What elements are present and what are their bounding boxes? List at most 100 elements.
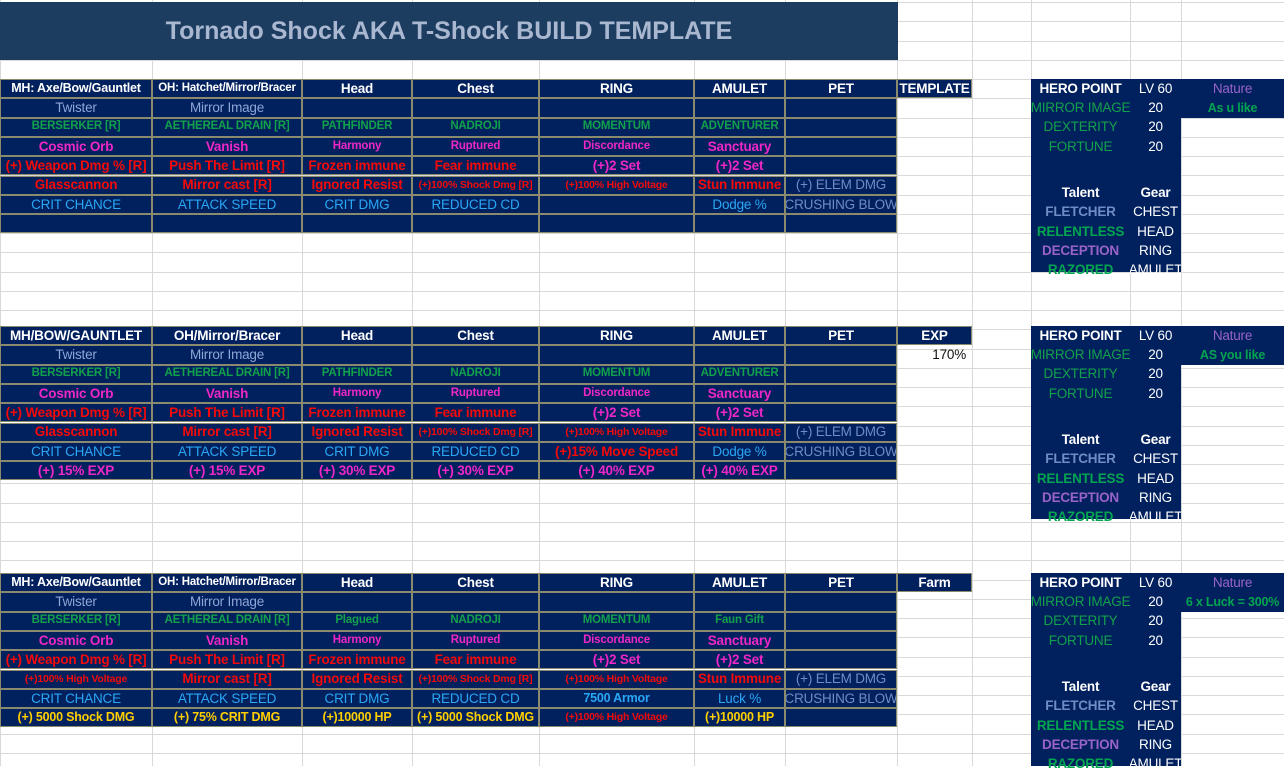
cell-mh-r5: CRIT CHANCE — [0, 194, 152, 215]
cell-chest-r6 — [412, 214, 539, 234]
column-header-head: Head — [302, 79, 412, 99]
cell-pet-r4: (+) ELEM DMG — [785, 175, 897, 195]
cell-mh-r3: (+) Weapon Dmg % [R] — [0, 650, 152, 670]
cell-oh-r4: Mirror cast [R] — [152, 669, 302, 689]
cell-mh-r0: Twister — [0, 98, 152, 118]
cell-chest-r1: NADROJI — [412, 117, 539, 137]
column-header-head: Head — [302, 326, 412, 346]
talent-label: Talent — [1061, 679, 1100, 695]
cell-ring-r2: Discordance — [539, 630, 694, 651]
cell-head-r3: Frozen immune — [302, 156, 412, 176]
column-header-pet: PET — [785, 79, 897, 99]
hero-stat-value: 20 — [1148, 594, 1163, 610]
column-header-pet: PET — [785, 573, 897, 593]
column-header-mh: MH/BOW/GAUNTLET — [0, 326, 152, 346]
cell-head-r4: Ignored Resist — [302, 669, 412, 689]
hero-stat-value: 20 — [1148, 138, 1163, 154]
hero-stat-mirror-image: MIRROR IMAGE — [1031, 594, 1130, 610]
cell-mh-r2: Cosmic Orb — [0, 383, 152, 404]
cell-head-r5: CRIT DMG — [302, 441, 412, 462]
cell-head-r4: Ignored Resist — [302, 422, 412, 442]
cell-amulet-r3: (+)2 Set — [694, 650, 785, 670]
cell-pet-r0 — [785, 345, 897, 365]
cell-ring-r1: MOMENTUM — [539, 117, 694, 137]
cell-amulet-r5: Dodge % — [694, 194, 785, 215]
cell-oh-r3: Push The Limit [R] — [152, 650, 302, 670]
cell-amulet-r4: Stun Immune — [694, 175, 785, 195]
hero-stat-value: 20 — [1148, 385, 1163, 401]
talent-gear-slot: RING — [1139, 490, 1172, 505]
talent-gear-slot: RING — [1139, 243, 1172, 258]
talent-fletcher: FLETCHER — [1045, 451, 1116, 467]
column-header-amulet: AMULET — [694, 79, 785, 99]
nature-value: 6 x Luck = 300% — [1185, 594, 1280, 609]
cell-oh-r1: AETHEREAL DRAIN [R] — [152, 117, 302, 137]
cell-head-r5: CRIT DMG — [302, 194, 412, 215]
cell-mh-r6 — [0, 214, 152, 234]
cell-pet-r2 — [785, 136, 897, 157]
cell-head-r6: (+) 30% EXP — [302, 461, 412, 481]
cell-ring-r0 — [539, 98, 694, 118]
hero-stat-value: 20 — [1148, 366, 1163, 382]
talent-deception: DECEPTION — [1042, 737, 1119, 752]
cell-head-r3: Frozen immune — [302, 403, 412, 423]
nature-value: AS you like — [1199, 347, 1266, 362]
talent-fletcher: FLETCHER — [1045, 204, 1116, 220]
cell-ring-r6 — [539, 214, 694, 234]
table-tag-farm: Farm — [897, 573, 972, 593]
hero-stat-dexterity: DEXTERITY — [1043, 119, 1118, 135]
column-header-head: Head — [302, 573, 412, 593]
cell-oh-r0: Mirror Image — [152, 592, 302, 612]
column-header-amulet: AMULET — [694, 573, 785, 593]
talent-deception: DECEPTION — [1042, 490, 1119, 505]
hero-stat-value: 20 — [1148, 632, 1163, 648]
cell-mh-r3: (+) Weapon Dmg % [R] — [0, 156, 152, 176]
cell-pet-r3 — [785, 156, 897, 176]
hero-point-title: HERO POINT — [1039, 80, 1122, 96]
cell-ring-r6: (+)100% High Voltage — [539, 708, 694, 728]
cell-mh-r5: CRIT CHANCE — [0, 688, 152, 709]
cell-head-r1: Plagued — [302, 611, 412, 631]
cell-pet-r1 — [785, 117, 897, 137]
cell-head-r0 — [302, 592, 412, 612]
talent-deception: DECEPTION — [1042, 243, 1119, 258]
gear-label: Gear — [1140, 679, 1171, 695]
cell-pet-r0 — [785, 98, 897, 118]
column-header-pet: PET — [785, 326, 897, 346]
talent-razored: RAZORED — [1047, 756, 1114, 772]
cell-ring-r0 — [539, 345, 694, 365]
cell-ring-r4: (+)100% High Voltage — [539, 175, 694, 195]
cell-chest-r0 — [412, 345, 539, 365]
cell-ring-r1: MOMENTUM — [539, 364, 694, 384]
cell-chest-r2: Ruptured — [412, 383, 539, 404]
cell-amulet-r5: Luck % — [694, 688, 785, 709]
cell-ring-r1: MOMENTUM — [539, 611, 694, 631]
column-header-ring: RING — [539, 573, 694, 593]
hero-stat-value: 20 — [1148, 119, 1163, 135]
cell-head-r1: PATHFINDER — [302, 364, 412, 384]
column-header-oh: OH: Hatchet/Mirror/Bracer — [152, 573, 302, 593]
cell-amulet-r1: ADVENTURER — [694, 364, 785, 384]
nature-label: Nature — [1212, 574, 1253, 590]
cell-ring-r2: Discordance — [539, 383, 694, 404]
cell-mh-r4: (+)100% High Voltage — [0, 669, 152, 689]
column-header-oh: OH: Hatchet/Mirror/Bracer — [152, 79, 302, 99]
cell-pet-r5: CRUSHING BLOW — [785, 441, 897, 462]
cell-chest-r4: (+)100% Shock Dmg [R] — [412, 422, 539, 442]
cell-ring-r4: (+)100% High Voltage — [539, 422, 694, 442]
nature-label: Nature — [1212, 327, 1253, 343]
table-tag-template: TEMPLATE — [897, 79, 972, 99]
talent-gear-slot: HEAD — [1137, 470, 1174, 486]
cell-mh-r5: CRIT CHANCE — [0, 441, 152, 462]
talent-gear-slot: AMULET — [1130, 509, 1181, 525]
cell-amulet-r3: (+)2 Set — [694, 403, 785, 423]
cell-oh-r6 — [152, 214, 302, 234]
talent-gear-slot: CHEST — [1133, 204, 1178, 220]
hero-stat-mirror-image: MIRROR IMAGE — [1031, 100, 1130, 116]
cell-mh-r2: Cosmic Orb — [0, 136, 152, 157]
cell-pet-r6 — [785, 461, 897, 481]
talent-relentless: RELENTLESS — [1036, 223, 1125, 239]
talent-label: Talent — [1061, 432, 1100, 448]
hero-stat-fortune: FORTUNE — [1048, 632, 1113, 648]
cell-head-r0 — [302, 98, 412, 118]
